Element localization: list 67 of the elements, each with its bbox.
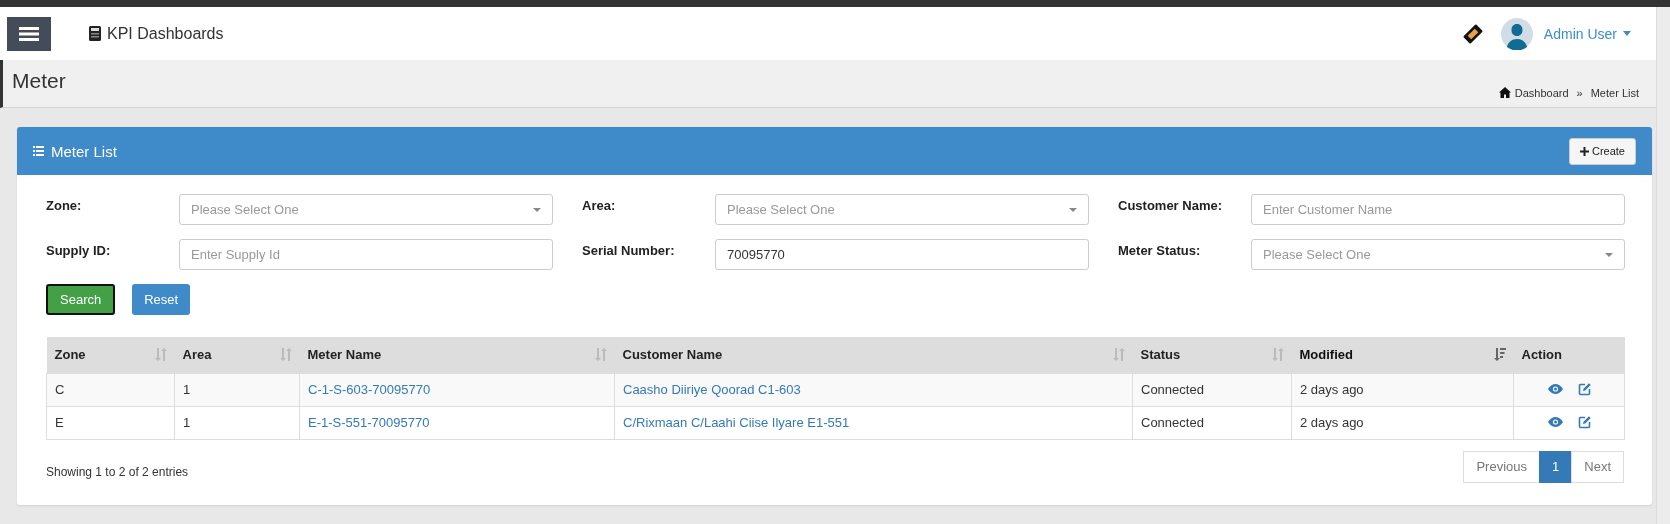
reset-button[interactable]: Reset [132, 284, 191, 315]
column-header[interactable]: Modified [1291, 337, 1514, 373]
sort-icon [594, 348, 607, 362]
input-field[interactable]: Enter Supply Id [179, 239, 553, 270]
table-link[interactable]: C/Rixmaan C/Laahi Ciise Ilyare E1-551 [623, 415, 850, 430]
field-label: Supply ID: [46, 242, 112, 260]
menu-icon [19, 26, 39, 41]
field-label: Zone: [46, 197, 83, 215]
select-field[interactable]: Please Select One [1251, 239, 1625, 270]
pagination-button[interactable]: 1 [1539, 450, 1573, 483]
app-title[interactable]: KPI Dashboards [107, 24, 224, 43]
table-cell: E [55, 415, 64, 430]
home-icon [1498, 87, 1511, 98]
field-label: Area: [582, 197, 617, 215]
input-field[interactable]: Enter Customer Name [1251, 194, 1625, 225]
input-field[interactable]: 70095770 [715, 239, 1089, 270]
avatar-icon[interactable] [1500, 17, 1533, 50]
field-label: Customer Name: [1118, 197, 1224, 215]
page-title: Meter [12, 68, 66, 94]
scrollbar[interactable] [1656, 7, 1670, 524]
table-cell: 2 days ago [1300, 415, 1364, 430]
entries-info: Showing 1 to 2 of 2 entries [46, 464, 189, 479]
table-cell: 2 days ago [1300, 382, 1364, 397]
field-label: Serial Number: [582, 242, 676, 260]
table-cell: C [55, 382, 65, 397]
user-menu[interactable]: Admin User [1543, 25, 1631, 42]
search-button[interactable]: Search [46, 284, 116, 315]
table-link[interactable]: C-1-S-603-70095770 [308, 382, 431, 397]
field-label: Meter Status: [1118, 242, 1202, 260]
table-link[interactable]: E-1-S-551-70095770 [308, 415, 430, 430]
table-link[interactable]: Caasho Diiriye Qoorad C1-603 [623, 382, 801, 397]
sort-icon [1271, 348, 1284, 362]
column-header[interactable]: Meter Name [299, 337, 615, 373]
table-cell: Connected [1141, 382, 1204, 397]
select-field[interactable]: Please Select One [715, 194, 1089, 225]
caret-icon [1069, 207, 1077, 212]
eye-icon[interactable] [1547, 384, 1563, 394]
table-cell: Connected [1141, 415, 1204, 430]
table-cell: 1 [183, 415, 191, 430]
sort-icon [1112, 348, 1125, 362]
table-cell: 1 [183, 382, 191, 397]
edit-icon[interactable] [1577, 415, 1591, 429]
sort-icon [154, 348, 167, 362]
caret-icon [1605, 252, 1613, 257]
column-header[interactable]: Zone [46, 337, 175, 373]
breadcrumb-link[interactable]: Dashboard [1514, 86, 1569, 99]
caret-icon [1623, 31, 1631, 36]
panel-title: Meter List [51, 142, 117, 160]
column-header[interactable]: Status [1132, 337, 1292, 373]
menu-button[interactable] [7, 16, 51, 51]
breadcrumb-separator: » [1576, 86, 1583, 99]
pagination-button[interactable]: Previous [1463, 450, 1541, 483]
caret-icon [533, 207, 541, 212]
column-header[interactable]: Area [174, 337, 300, 373]
list-icon [33, 146, 44, 156]
create-button[interactable]: Create [1568, 137, 1636, 165]
sort-icon [279, 348, 292, 362]
column-header[interactable]: Action [1513, 337, 1625, 373]
eye-icon[interactable] [1547, 417, 1563, 427]
select-field[interactable]: Please Select One [179, 194, 553, 225]
column-header[interactable]: Customer Name [614, 337, 1133, 373]
breadcrumb-link[interactable]: Meter List [1590, 86, 1639, 99]
sort-descending-icon [1493, 348, 1506, 362]
plus-icon [1579, 146, 1589, 156]
pagination-button[interactable]: Next [1571, 450, 1624, 483]
edit-icon[interactable] [1577, 382, 1591, 396]
book-icon [88, 25, 102, 42]
